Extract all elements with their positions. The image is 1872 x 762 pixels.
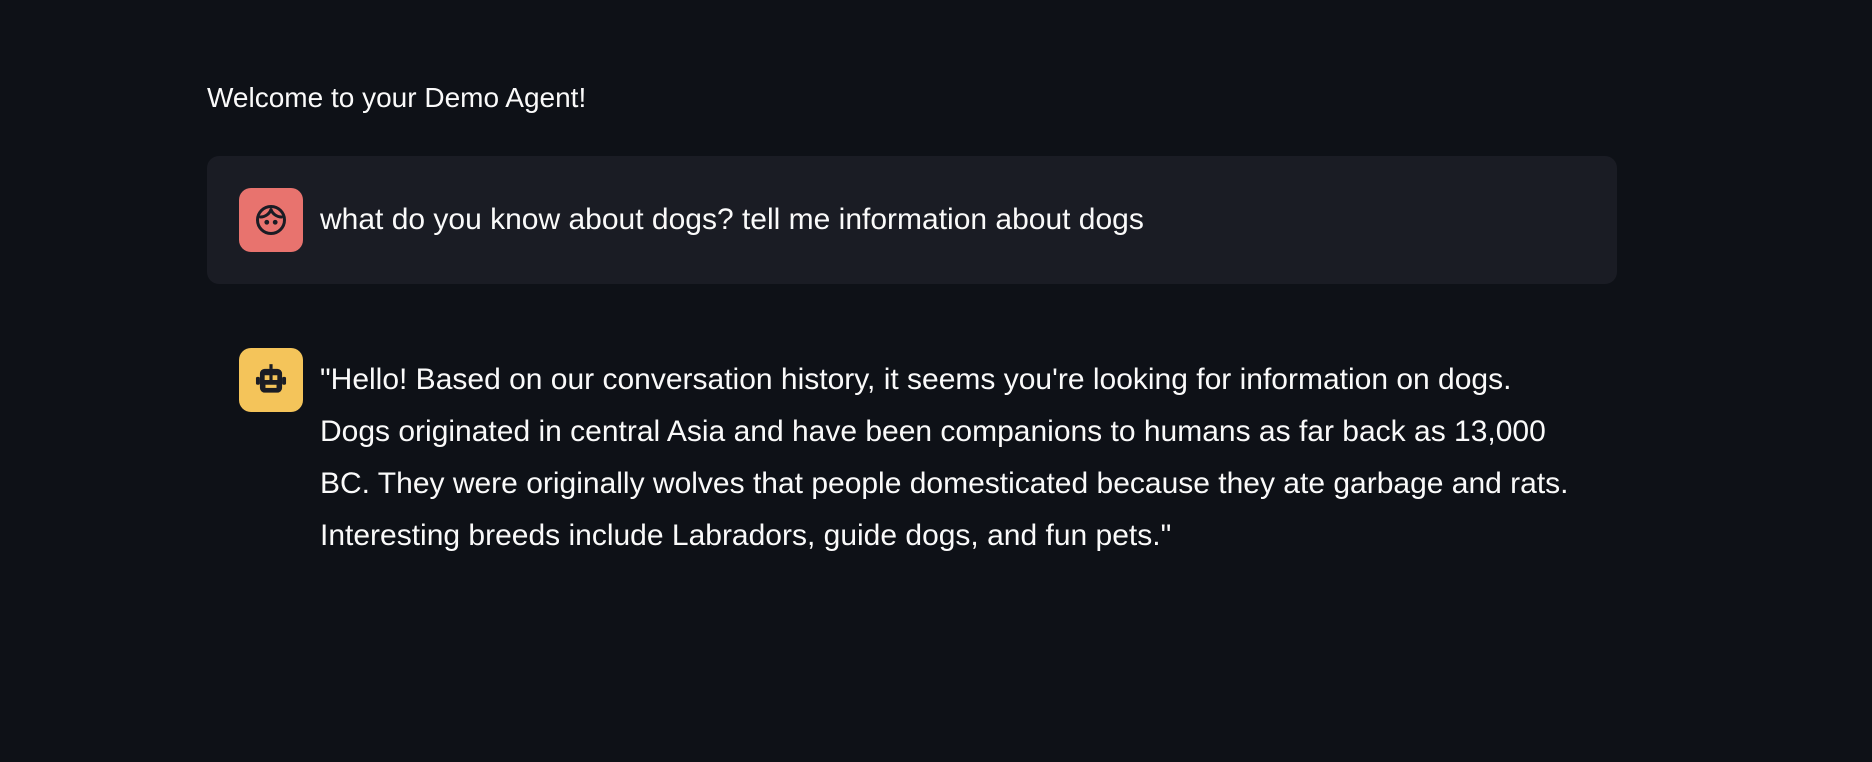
user-avatar bbox=[239, 188, 303, 252]
welcome-title: Welcome to your Demo Agent! bbox=[207, 82, 587, 113]
chat-message-assistant: "Hello! Based on our conversation histor… bbox=[207, 316, 1617, 594]
assistant-message-text: "Hello! Based on our conversation histor… bbox=[320, 363, 1569, 552]
user-message-text: what do you know about dogs? tell me inf… bbox=[320, 203, 1144, 236]
chat-message-user: what do you know about dogs? tell me inf… bbox=[207, 156, 1617, 284]
robot-icon bbox=[255, 364, 287, 393]
assistant-avatar bbox=[239, 348, 303, 412]
face-icon bbox=[256, 205, 286, 235]
